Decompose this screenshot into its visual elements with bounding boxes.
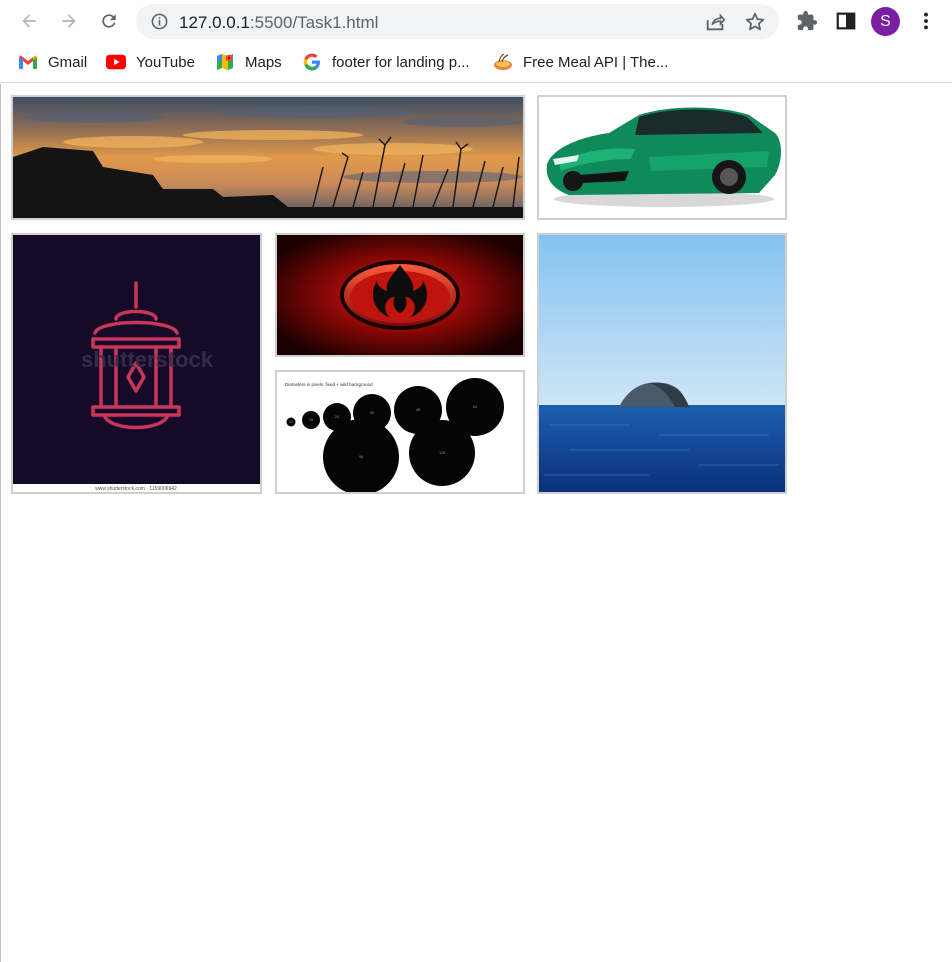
fire-emblem-image <box>275 233 525 357</box>
bookmark-star-icon[interactable] <box>744 11 766 33</box>
green-car-image <box>537 95 787 220</box>
more-menu-icon[interactable] <box>915 10 937 32</box>
share-icon[interactable] <box>704 11 726 33</box>
bookmark-footer[interactable]: footer for landing p... <box>302 51 470 73</box>
address-bar[interactable]: 127.0.0.1:5500/Task1.html <box>136 4 779 39</box>
extensions-puzzle-icon[interactable] <box>796 10 818 32</box>
back-button[interactable] <box>16 8 42 34</box>
bookmark-label: Gmail <box>48 53 88 71</box>
site-info-icon[interactable] <box>150 12 169 31</box>
profile-avatar[interactable]: S <box>871 7 900 36</box>
bookmark-maps[interactable]: Maps <box>215 51 282 73</box>
circle-label: 128 <box>439 451 445 455</box>
gmail-icon <box>18 52 38 72</box>
bookmark-label: YouTube <box>136 53 195 71</box>
bookmark-gmail[interactable]: Gmail <box>18 51 87 73</box>
ocean-island-image <box>537 233 787 494</box>
circle-label: 64 <box>473 405 477 409</box>
meal-icon <box>493 52 513 72</box>
forward-arrow-icon <box>62 14 76 28</box>
circle-label: 12 <box>289 420 293 424</box>
profile-initial: S <box>880 12 891 30</box>
forward-button[interactable] <box>56 8 82 34</box>
reload-button[interactable] <box>96 8 122 34</box>
maps-icon <box>215 52 235 72</box>
page-content: shutterstock www.shutterstock.com · 1159… <box>0 84 952 962</box>
url-host: 127.0.0.1 <box>179 13 250 32</box>
shutterstock-watermark: shutterstock <box>81 347 214 372</box>
browser-toolbar: 127.0.0.1:5500/Task1.html S <box>0 0 952 42</box>
circle-label: 96 <box>359 455 363 459</box>
bookmark-label: footer for landing p... <box>332 53 470 71</box>
bookmark-youtube[interactable]: YouTube <box>106 51 195 73</box>
bookmark-label: Maps <box>245 53 282 71</box>
bookmark-meal-api[interactable]: Free Meal API | The... <box>493 51 668 73</box>
circle-label: 48 <box>416 408 420 412</box>
back-arrow-icon <box>22 14 36 28</box>
youtube-icon <box>106 52 126 72</box>
circle-label: 18 <box>309 418 313 422</box>
google-icon <box>302 52 322 72</box>
sunset-image <box>11 95 525 220</box>
circles-caption: Diameters in pixels, fixed + wild backgr… <box>285 382 373 387</box>
reload-icon <box>102 14 116 28</box>
url-path: :5500/Task1.html <box>249 13 379 32</box>
bookmarks-bar: Gmail YouTube Maps footer for landing p.… <box>0 42 952 83</box>
lantern-image: shutterstock www.shutterstock.com · 1159… <box>11 233 262 494</box>
bookmark-label: Free Meal API | The... <box>523 53 669 71</box>
side-panel-icon[interactable] <box>835 10 857 32</box>
url-text[interactable]: 127.0.0.1:5500/Task1.html <box>179 13 378 33</box>
shutterstock-footer: www.shutterstock.com · 1159006942 <box>95 486 177 492</box>
circle-label: 24 <box>335 415 339 419</box>
circle-label: 36 <box>370 411 374 415</box>
circles-diagram-image: Diameters in pixels, fixed + wild backgr… <box>275 370 525 494</box>
